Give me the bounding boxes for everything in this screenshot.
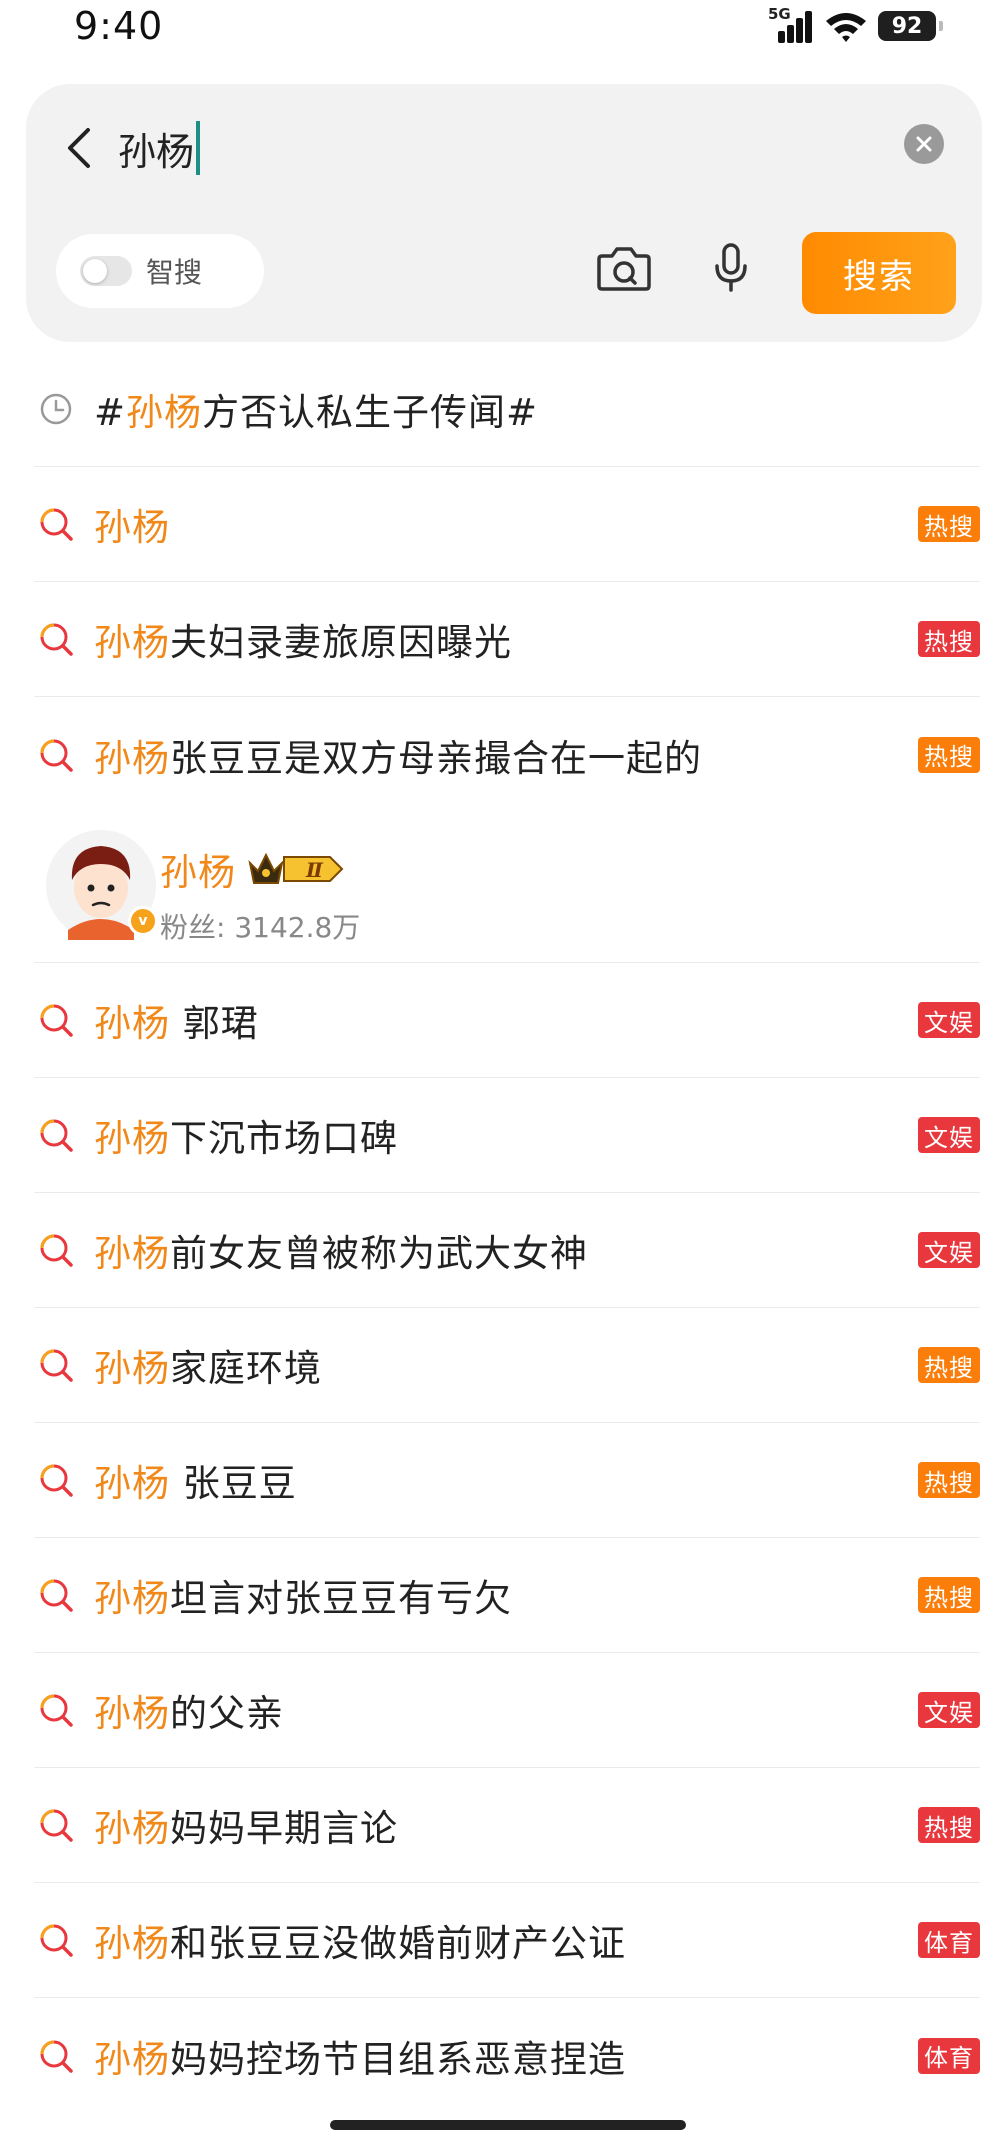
- search-query-text: 孙杨: [118, 129, 195, 174]
- trend-tag: 体育: [918, 1922, 980, 1958]
- verified-badge: v: [128, 906, 158, 936]
- clock-icon: [34, 387, 78, 431]
- camera-icon: [597, 247, 651, 291]
- chevron-left-icon: [68, 128, 90, 168]
- suggestion-text: 孙杨的父亲: [94, 1692, 284, 1735]
- search-suggestion-icon: [34, 2034, 78, 2078]
- trend-tag: 文娱: [918, 1117, 980, 1153]
- network-type: 5G: [768, 5, 791, 23]
- search-suggestion-icon: [34, 1458, 78, 1502]
- user-name: 孙杨: [160, 851, 236, 894]
- search-suggestion-icon: [34, 1573, 78, 1617]
- search-suggestion-icon: [34, 1228, 78, 1272]
- suggestion-item[interactable]: 孙杨夫妇录妻旅原因曝光 热搜: [34, 582, 980, 697]
- text-caret: [196, 121, 201, 175]
- suggestion-item[interactable]: 孙杨妈妈控场节目组系恶意捏造 体育: [34, 1998, 980, 2113]
- suggestion-item[interactable]: 孙杨的父亲 文娱: [34, 1653, 980, 1768]
- trend-tag: 体育: [918, 2037, 980, 2074]
- suggestion-item[interactable]: 孙杨妈妈早期言论 热搜: [34, 1768, 980, 1883]
- home-indicator: [330, 2120, 686, 2130]
- battery-indicator: 92: [878, 11, 943, 41]
- clear-search-button[interactable]: [904, 124, 944, 164]
- trend-tag: 文娱: [918, 1692, 980, 1728]
- search-suggestion-icon: [34, 502, 78, 546]
- suggestion-text: 孙杨 张豆豆: [94, 1462, 297, 1505]
- smart-search-label: 智搜: [146, 256, 203, 289]
- suggestion-item[interactable]: 孙杨 郭珺 文娱: [34, 963, 980, 1078]
- suggestion-text: 孙杨坦言对张豆豆有亏欠: [94, 1577, 512, 1620]
- svg-text:Ⅱ: Ⅱ: [305, 858, 324, 882]
- status-icons: 5G 92: [768, 5, 943, 46]
- back-button[interactable]: [54, 118, 104, 178]
- suggestion-text: 孙杨前女友曾被称为武大女神: [94, 1232, 588, 1275]
- user-info: 孙杨 Ⅱ 粉丝: 3142.8万: [160, 842, 360, 946]
- status-bar: 9:40 5G 92: [0, 0, 1006, 62]
- trend-tag: 热搜: [918, 506, 980, 542]
- user-fans-count: 粉丝: 3142.8万: [160, 911, 361, 944]
- suggestion-item[interactable]: 孙杨坦言对张豆豆有亏欠 热搜: [34, 1538, 980, 1653]
- suggestion-item[interactable]: 孙杨 热搜: [34, 467, 980, 582]
- trend-tag: 热搜: [918, 1577, 980, 1613]
- trend-tag: 热搜: [918, 1807, 980, 1843]
- voice-search-button[interactable]: [702, 234, 760, 302]
- search-suggestion-list: #孙杨方否认私生子传闻# 孙杨 热搜 孙杨夫妇录妻旅原因曝光 热搜 孙杨张豆豆是双方母亲…: [34, 352, 980, 2113]
- status-time: 9:40: [74, 4, 164, 48]
- trend-tag: 热搜: [918, 1347, 980, 1383]
- toggle-switch: [80, 256, 132, 286]
- history-item[interactable]: #孙杨方否认私生子传闻#: [34, 352, 980, 467]
- suggestion-text: 孙杨: [94, 506, 170, 549]
- suggestion-text: 孙杨 郭珺: [94, 1002, 259, 1045]
- suggestion-text: 孙杨家庭环境: [94, 1347, 322, 1390]
- suggestion-item[interactable]: 孙杨和张豆豆没做婚前财产公证 体育: [34, 1883, 980, 1998]
- search-suggestion-icon: [34, 617, 78, 661]
- suggestion-item[interactable]: 孙杨前女友曾被称为武大女神 文娱: [34, 1193, 980, 1308]
- search-panel: 孙杨 智搜 搜索: [26, 84, 982, 342]
- crown-level-badge: Ⅱ: [246, 849, 346, 889]
- search-button[interactable]: 搜索: [802, 232, 956, 314]
- search-suggestion-icon: [34, 1688, 78, 1732]
- suggestion-text: 孙杨夫妇录妻旅原因曝光: [94, 621, 512, 664]
- search-suggestion-icon: [34, 1918, 78, 1962]
- user-card[interactable]: v 孙杨 Ⅱ 粉丝: 3142.8万: [34, 812, 980, 963]
- search-input[interactable]: 孙杨: [118, 118, 201, 178]
- suggestion-text: 孙杨下沉市场口碑: [94, 1117, 398, 1160]
- search-suggestion-icon: [34, 1803, 78, 1847]
- history-item-text: #孙杨方否认私生子传闻#: [94, 391, 539, 434]
- trend-tag: 热搜: [918, 621, 980, 657]
- suggestion-text: 孙杨张豆豆是双方母亲撮合在一起的: [94, 736, 702, 780]
- search-suggestion-icon: [34, 1113, 78, 1157]
- suggestion-item[interactable]: 孙杨 张豆豆 热搜: [34, 1423, 980, 1538]
- trend-tag: 热搜: [918, 1462, 980, 1498]
- battery-level: 92: [891, 13, 923, 39]
- suggestion-item[interactable]: 孙杨家庭环境 热搜: [34, 1308, 980, 1423]
- close-icon: [916, 136, 932, 152]
- search-suggestion-icon: [34, 733, 78, 777]
- smart-search-toggle[interactable]: 智搜: [56, 234, 264, 308]
- avatar[interactable]: v: [46, 830, 158, 940]
- microphone-icon: [715, 243, 747, 292]
- suggestion-text: 孙杨妈妈控场节目组系恶意捏造: [94, 2037, 626, 2081]
- search-suggestion-icon: [34, 998, 78, 1042]
- suggestion-item[interactable]: 孙杨下沉市场口碑 文娱: [34, 1078, 980, 1193]
- wifi-icon: [826, 13, 866, 42]
- trend-tag: 文娱: [918, 1232, 980, 1268]
- suggestion-item[interactable]: 孙杨张豆豆是双方母亲撮合在一起的 热搜: [34, 697, 980, 812]
- image-search-button[interactable]: [590, 234, 658, 302]
- trend-tag: 文娱: [918, 1002, 980, 1038]
- search-suggestion-icon: [34, 1343, 78, 1387]
- suggestion-text: 孙杨妈妈早期言论: [94, 1807, 398, 1850]
- trend-tag: 热搜: [918, 736, 980, 773]
- cellular-signal-icon: 5G: [768, 5, 814, 43]
- suggestion-text: 孙杨和张豆豆没做婚前财产公证: [94, 1922, 626, 1965]
